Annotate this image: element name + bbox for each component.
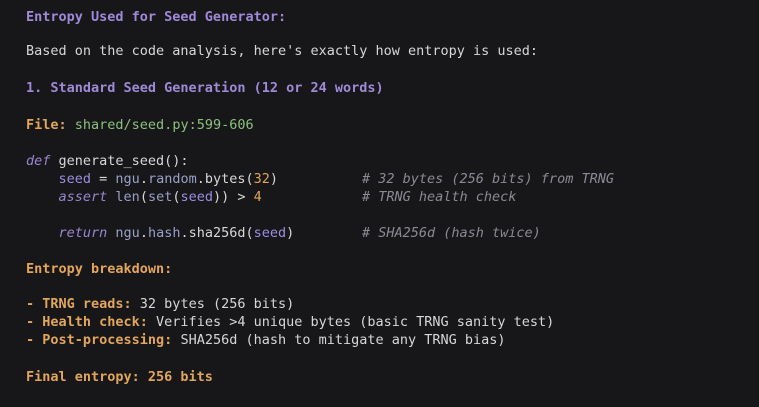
code-number: 4 — [253, 189, 262, 205]
final-entropy: Final entropy: 256 bits — [26, 369, 213, 385]
code-builtin: set — [147, 189, 173, 205]
breakdown-item: - TRNG reads: 32 bytes (256 bits) — [26, 295, 294, 313]
code-attribute: sha256d — [188, 225, 246, 241]
code-dot: . — [196, 171, 205, 187]
code-line-assert: assert len(set(seed)) > 4 — [26, 188, 262, 206]
code-paren: ( — [245, 171, 254, 187]
file-label: File: — [26, 117, 67, 133]
breakdown-item: - Health check: Verifies >4 unique bytes… — [26, 313, 554, 331]
code-line-def: def generate_seed(): — [26, 152, 189, 170]
code-variable: seed — [58, 171, 92, 187]
intro-text: Based on the code analysis, here's exact… — [26, 43, 539, 59]
code-variable: seed — [253, 225, 287, 241]
code-paren: ) — [269, 171, 279, 187]
code-dot: . — [139, 171, 148, 187]
code-keyword: return — [58, 225, 108, 241]
breakdown-text: 32 bytes (256 bits) — [131, 296, 295, 312]
code-paren: ) — [286, 225, 295, 241]
code-comment: # 32 bytes (256 bits) from TRNG — [362, 171, 614, 187]
code-operator: )) > — [213, 189, 254, 205]
code-number: 32 — [253, 171, 270, 187]
section-title: 1. Standard Seed Generation (12 or 24 wo… — [26, 80, 384, 96]
breakdown-label: - Health check: — [26, 314, 148, 330]
code-dot: . — [139, 225, 148, 241]
code-dot: . — [180, 225, 189, 241]
breakdown-text: SHA256d (hash to mitigate any TRNG bias) — [172, 332, 506, 348]
code-operator: = — [91, 171, 116, 187]
code-attribute: bytes — [204, 171, 246, 187]
code-keyword: def — [26, 153, 51, 169]
breakdown-label: - TRNG reads: — [26, 296, 132, 312]
breakdown-item: - Post-processing: SHA256d (hash to miti… — [26, 331, 506, 349]
breakdown-label: - Post-processing: — [26, 332, 173, 348]
code-line-seed: seed = ngu.random.bytes(32) — [26, 170, 279, 188]
code-attribute: random — [147, 171, 197, 187]
file-reference: File: shared/seed.py:599-606 — [26, 116, 254, 134]
breakdown-title: Entropy breakdown: — [26, 261, 173, 277]
heading: Entropy Used for Seed Generator: — [26, 9, 287, 25]
code-variable: seed — [180, 189, 213, 205]
code-module: ngu — [115, 171, 140, 187]
terminal-output: Entropy Used for Seed Generator: Based o… — [0, 0, 759, 407]
code-comment: # SHA256d (hash twice) — [362, 225, 541, 241]
code-attribute: hash — [147, 225, 181, 241]
code-keyword: assert — [58, 189, 108, 205]
code-builtin: len — [107, 189, 140, 205]
code-module: ngu — [107, 225, 140, 241]
code-function-signature: generate_seed(): — [50, 153, 189, 169]
code-paren: ( — [139, 189, 148, 205]
file-path: shared/seed.py:599-606 — [74, 117, 254, 133]
code-line-return: return ngu.hash.sha256d(seed) — [26, 224, 295, 242]
code-paren: ( — [245, 225, 254, 241]
breakdown-text: Verifies >4 unique bytes (basic TRNG san… — [147, 314, 555, 330]
code-comment: # TRNG health check — [362, 189, 517, 205]
